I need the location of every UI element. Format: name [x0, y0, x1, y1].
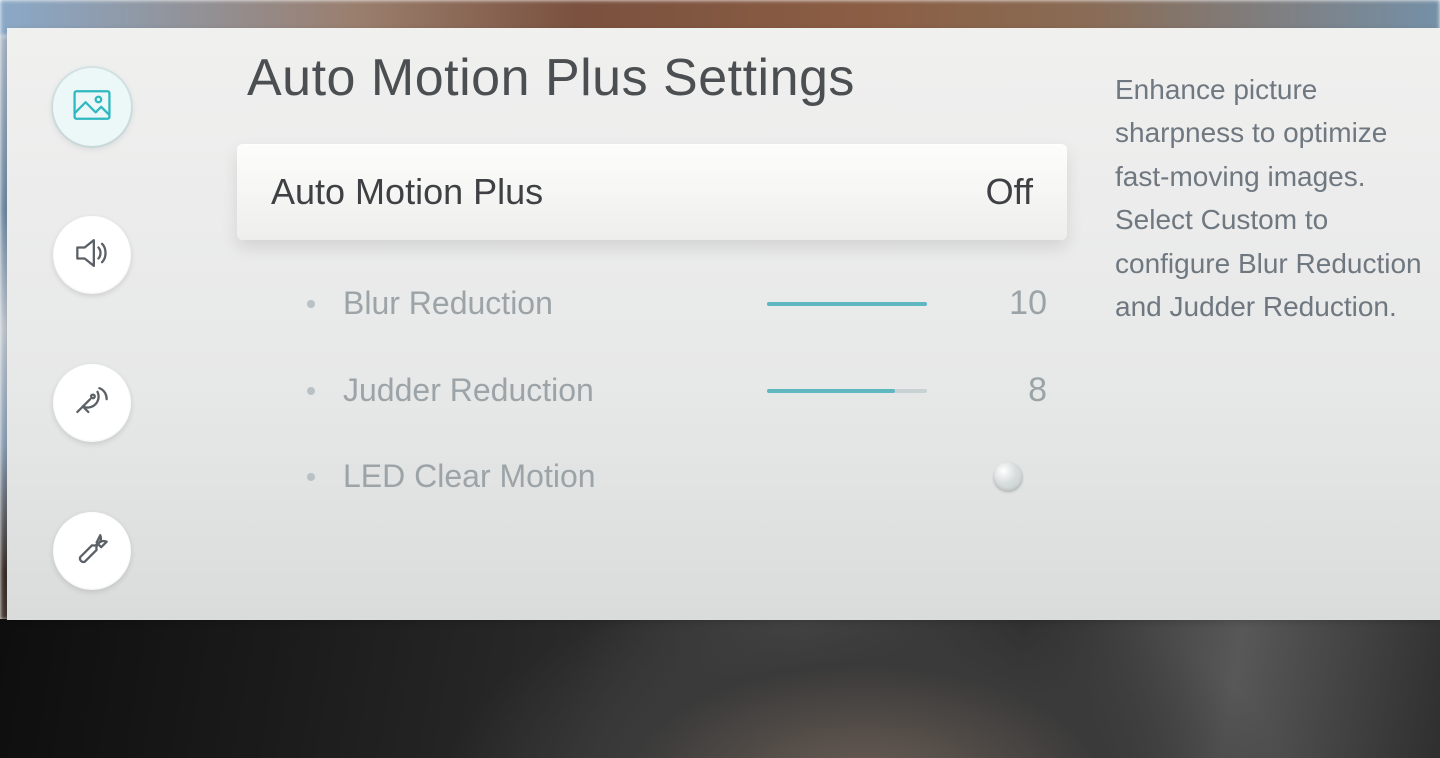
slider-fill	[767, 302, 927, 306]
toggle-indicator[interactable]	[993, 462, 1023, 492]
sidebar-item-broadcast[interactable]	[53, 364, 131, 442]
sound-icon	[70, 231, 114, 280]
slider-fill	[767, 389, 895, 393]
wrench-icon	[70, 527, 114, 576]
settings-panel: Auto Motion Plus Settings Auto Motion Pl…	[7, 28, 1440, 620]
sidebar-item-general[interactable]	[53, 512, 131, 590]
sidebar-item-sound[interactable]	[53, 216, 131, 294]
setting-led-clear-motion[interactable]: LED Clear Motion	[247, 434, 1077, 519]
bullet-icon	[307, 473, 315, 481]
setting-label: LED Clear Motion	[343, 458, 723, 495]
bullet-icon	[307, 300, 315, 308]
sub-settings-list: Blur Reduction 10 Judder Reduction 8 LED…	[247, 260, 1077, 519]
sidebar-item-picture[interactable]	[53, 68, 131, 146]
picture-icon	[70, 83, 114, 132]
setting-label: Judder Reduction	[343, 372, 723, 409]
page-title: Auto Motion Plus Settings	[247, 48, 1077, 108]
bullet-icon	[307, 387, 315, 395]
satellite-icon	[70, 379, 114, 428]
setting-value: 8	[987, 371, 1047, 410]
setting-label: Blur Reduction	[343, 285, 723, 322]
settings-main: Auto Motion Plus Settings Auto Motion Pl…	[177, 28, 1087, 620]
background-video-strip	[0, 619, 1440, 758]
setting-value: 10	[987, 284, 1047, 323]
slider-track[interactable]	[767, 302, 927, 306]
settings-sidebar	[7, 28, 177, 620]
setting-label: Auto Motion Plus	[271, 171, 543, 213]
setting-judder-reduction[interactable]: Judder Reduction 8	[247, 347, 1077, 434]
setting-value: Off	[986, 171, 1033, 213]
setting-description: Enhance picture sharpness to optimize fa…	[1087, 28, 1440, 620]
setting-blur-reduction[interactable]: Blur Reduction 10	[247, 260, 1077, 347]
slider-track[interactable]	[767, 389, 927, 393]
setting-auto-motion-plus[interactable]: Auto Motion Plus Off	[237, 144, 1067, 240]
